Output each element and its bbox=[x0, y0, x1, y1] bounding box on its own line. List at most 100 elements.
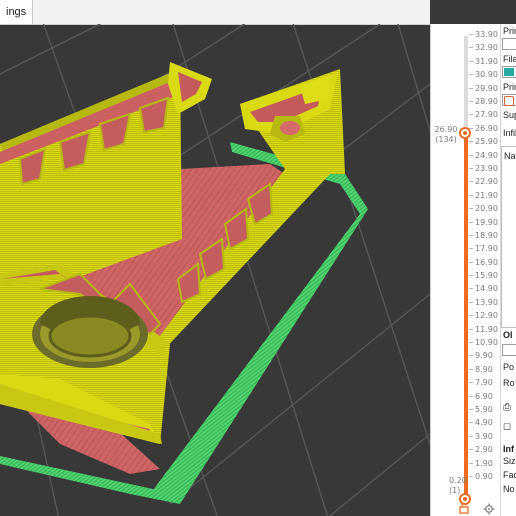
slider-tick-label: 21.90 bbox=[475, 190, 498, 200]
slider-tick-mark bbox=[469, 382, 473, 384]
object-list[interactable]: Na bbox=[501, 146, 516, 328]
slider-tick-mark bbox=[469, 435, 473, 437]
filament-label: Filar bbox=[503, 54, 516, 64]
slider-tick-mark bbox=[469, 34, 473, 35]
slider-tick-label: 15.90 bbox=[475, 271, 498, 281]
rotation-label: Ro bbox=[503, 378, 515, 388]
slider-tick-label: 29.90 bbox=[475, 83, 498, 93]
slider-tick-mark bbox=[469, 194, 473, 196]
slider-tick-label: 27.90 bbox=[475, 110, 498, 120]
slider-tick-label: 11.90 bbox=[475, 324, 498, 334]
slider-tick-label: 19.90 bbox=[475, 217, 498, 227]
slider-tick-label: 14.90 bbox=[475, 284, 498, 294]
slider-tick-label: 6.90 bbox=[475, 391, 493, 401]
lock-icon[interactable] bbox=[458, 502, 470, 514]
slider-tick-label: 30.90 bbox=[475, 70, 498, 80]
slider-tick-label: 24.90 bbox=[475, 150, 498, 160]
slider-tick-mark bbox=[469, 114, 473, 116]
slider-tick-mark bbox=[469, 275, 473, 277]
slider-tick-label: 16.90 bbox=[475, 257, 498, 267]
slider-tick-mark bbox=[469, 100, 473, 102]
slider-tick-mark bbox=[469, 74, 473, 76]
printer-label: Printe bbox=[503, 82, 516, 92]
slider-tick-label: 18.90 bbox=[475, 230, 498, 240]
slider-tick-mark bbox=[469, 234, 473, 236]
slider-tick-label: 1.90 bbox=[475, 458, 493, 468]
slider-tick-label: 0.90 bbox=[475, 472, 493, 481]
upper-layer-handle[interactable] bbox=[459, 127, 471, 140]
cog-icon[interactable] bbox=[483, 503, 495, 515]
print-settings-label: Print bbox=[503, 26, 516, 36]
slider-tick-mark bbox=[469, 368, 473, 370]
slider-tick-mark bbox=[469, 288, 473, 290]
slider-tick-mark bbox=[469, 422, 473, 424]
slider-active-range bbox=[464, 133, 468, 499]
slider-tick-mark bbox=[469, 328, 473, 330]
slider-tick-label: 2.90 bbox=[475, 445, 493, 455]
3d-preview-canvas[interactable] bbox=[0, 24, 430, 516]
slider-tick-mark bbox=[469, 248, 473, 250]
slider-tick-mark bbox=[469, 449, 473, 451]
upper-layer-readout: (134) bbox=[435, 135, 457, 144]
slider-tick-mark bbox=[469, 60, 473, 62]
slider-tick-mark bbox=[469, 47, 473, 49]
object-manipulation-title: Ol bbox=[503, 330, 513, 340]
lower-height-readout: 0.20 bbox=[449, 476, 467, 485]
slider-tick-mark bbox=[469, 315, 473, 317]
lower-layer-readout: (1) bbox=[449, 486, 461, 495]
slider-tick-mark bbox=[469, 462, 473, 464]
slider-tick-mark bbox=[469, 342, 473, 344]
slider-tick-mark bbox=[469, 141, 473, 143]
slider-tick-mark bbox=[469, 476, 473, 477]
slider-tick-label: 17.90 bbox=[475, 244, 498, 254]
supports-label: Supp bbox=[503, 110, 516, 120]
printer-combo[interactable] bbox=[502, 94, 516, 106]
slider-tick-mark bbox=[469, 181, 473, 183]
slider-tick-label: 22.90 bbox=[475, 177, 498, 187]
slider-tick-label: 25.90 bbox=[475, 137, 498, 147]
filament-combo[interactable] bbox=[502, 66, 516, 78]
printer-icon bbox=[504, 96, 514, 106]
slider-tick-mark bbox=[469, 301, 473, 303]
slider-tick-label: 5.90 bbox=[475, 405, 493, 415]
slider-tick-label: 26.90 bbox=[475, 123, 498, 133]
slider-tick-label: 32.90 bbox=[475, 43, 498, 53]
no-errors-label: No bbox=[503, 484, 515, 494]
slider-tick-mark bbox=[469, 355, 473, 357]
slider-tick-mark bbox=[469, 167, 473, 169]
position-label: Po bbox=[503, 362, 515, 372]
slider-tick-label: 7.90 bbox=[475, 378, 493, 388]
slider-tick-label: 33.90 bbox=[475, 30, 498, 39]
slider-tick-label: 13.90 bbox=[475, 297, 498, 307]
facets-label: Fac bbox=[503, 470, 516, 480]
infill-label: Infill bbox=[503, 128, 516, 138]
slider-tick-label: 31.90 bbox=[475, 56, 498, 66]
name-column-header: Na bbox=[504, 151, 516, 161]
slider-tick-mark bbox=[469, 208, 473, 210]
slider-tick-label: 9.90 bbox=[475, 351, 493, 361]
slider-tick-label: 20.90 bbox=[475, 204, 498, 214]
slider-tick-mark bbox=[469, 395, 473, 397]
print-settings-combo[interactable] bbox=[502, 38, 516, 50]
slider-tick-mark bbox=[469, 154, 473, 156]
slider-tick-label: 3.90 bbox=[475, 431, 493, 441]
slider-tick-mark bbox=[469, 409, 473, 411]
layer-slider[interactable]: 33.90 32.90 31.90 30.90 29.90 28.90 27.90 26.90… bbox=[430, 24, 501, 516]
slider-tick-mark bbox=[469, 221, 473, 223]
sliced-model-preview bbox=[0, 24, 430, 516]
tab-print-settings[interactable]: ings bbox=[0, 0, 34, 24]
info-title: Inf bbox=[503, 444, 514, 454]
slider-tick-label: 28.90 bbox=[475, 96, 498, 106]
slider-tick-label: 23.90 bbox=[475, 163, 498, 173]
manipulation-field[interactable] bbox=[502, 344, 516, 356]
filament-color-swatch bbox=[504, 68, 514, 76]
settings-sidebar: Print Filar Printe Supp Infill Na Ol Po … bbox=[500, 24, 516, 516]
slider-tick-mark bbox=[469, 87, 473, 89]
slider-tick-label: 12.90 bbox=[475, 311, 498, 321]
checkbox[interactable]: ☐ bbox=[503, 422, 511, 433]
slider-tick-label: 8.90 bbox=[475, 364, 493, 374]
tab-bar: ings bbox=[0, 0, 430, 25]
slider-tick-mark bbox=[469, 261, 473, 263]
upper-height-readout: 26.90 bbox=[434, 125, 458, 134]
size-label: Size bbox=[503, 456, 516, 466]
